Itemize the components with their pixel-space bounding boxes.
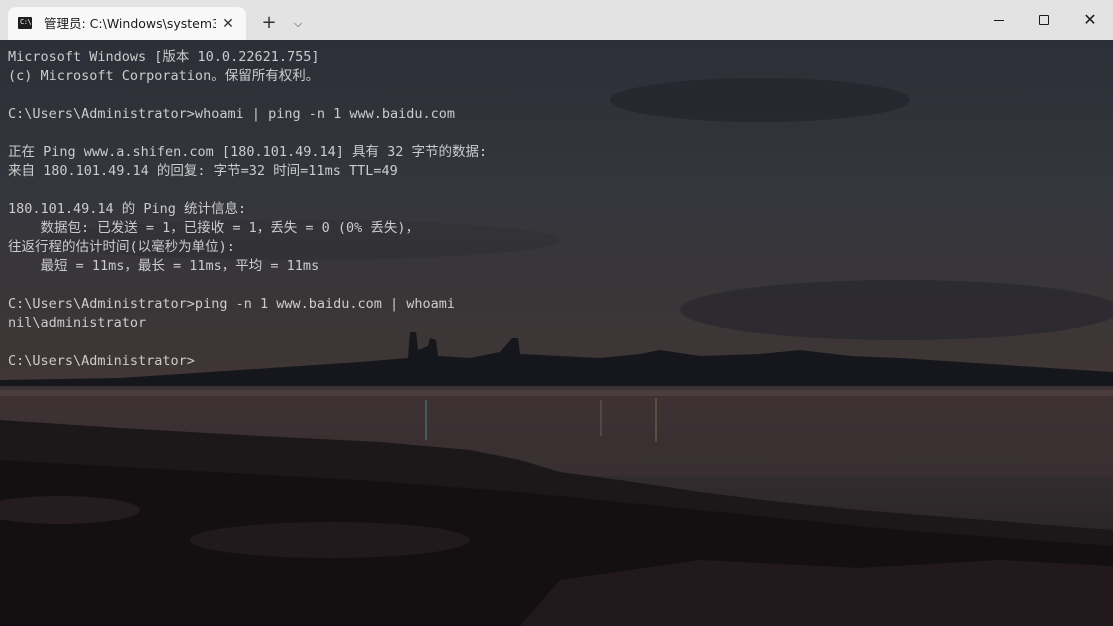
terminal-line: (c) Microsoft Corporation。保留所有权利。 bbox=[8, 68, 320, 84]
terminal-line: C:\Users\Administrator>whoami | ping -n … bbox=[8, 106, 456, 122]
terminal-line: C:\Users\Administrator>ping -n 1 www.bai… bbox=[8, 296, 456, 312]
terminal-line: nil\administrator bbox=[8, 315, 147, 331]
terminal-line: 最短 = 11ms，最长 = 11ms，平均 = 11ms bbox=[8, 258, 320, 274]
close-tab-icon[interactable]: ✕ bbox=[218, 14, 238, 34]
terminal-output: Microsoft Windows [版本 10.0.22621.755] (c)… bbox=[8, 48, 1108, 371]
terminal-pane[interactable]: Microsoft Windows [版本 10.0.22621.755] (c)… bbox=[0, 40, 1113, 626]
maximize-button[interactable] bbox=[1021, 0, 1067, 40]
title-bar[interactable]: C:\ 管理员: C:\Windows\system32\cmd.exe ✕ +… bbox=[0, 0, 1113, 40]
maximize-icon bbox=[1039, 15, 1049, 25]
terminal-line: 往返行程的估计时间(以毫秒为单位): bbox=[8, 239, 235, 255]
tab-title: 管理员: C:\Windows\system32\cmd.exe bbox=[44, 16, 216, 31]
minimize-button[interactable] bbox=[976, 0, 1022, 40]
terminal-window: C:\ 管理员: C:\Windows\system32\cmd.exe ✕ +… bbox=[0, 0, 1113, 626]
close-icon: ✕ bbox=[1083, 10, 1097, 29]
tab-cmd[interactable]: C:\ 管理员: C:\Windows\system32\cmd.exe ✕ bbox=[8, 7, 246, 40]
terminal-icon: C:\ bbox=[18, 17, 32, 29]
new-tab-button[interactable]: + bbox=[256, 12, 282, 36]
close-window-button[interactable]: ✕ bbox=[1067, 0, 1113, 40]
terminal-line: 数据包: 已发送 = 1，已接收 = 1，丢失 = 0 (0% 丢失)， bbox=[8, 220, 420, 236]
terminal-line: 来自 180.101.49.14 的回复: 字节=32 时间=11ms TTL=… bbox=[8, 163, 398, 179]
terminal-line: Microsoft Windows [版本 10.0.22621.755] bbox=[8, 49, 320, 65]
terminal-line: 正在 Ping www.a.shifen.com [180.101.49.14]… bbox=[8, 144, 488, 160]
terminal-line: 180.101.49.14 的 Ping 统计信息: bbox=[8, 201, 247, 217]
minimize-icon bbox=[994, 20, 1004, 21]
chevron-down-icon[interactable]: ⌵ bbox=[287, 12, 309, 36]
terminal-line: C:\Users\Administrator> bbox=[8, 353, 195, 369]
